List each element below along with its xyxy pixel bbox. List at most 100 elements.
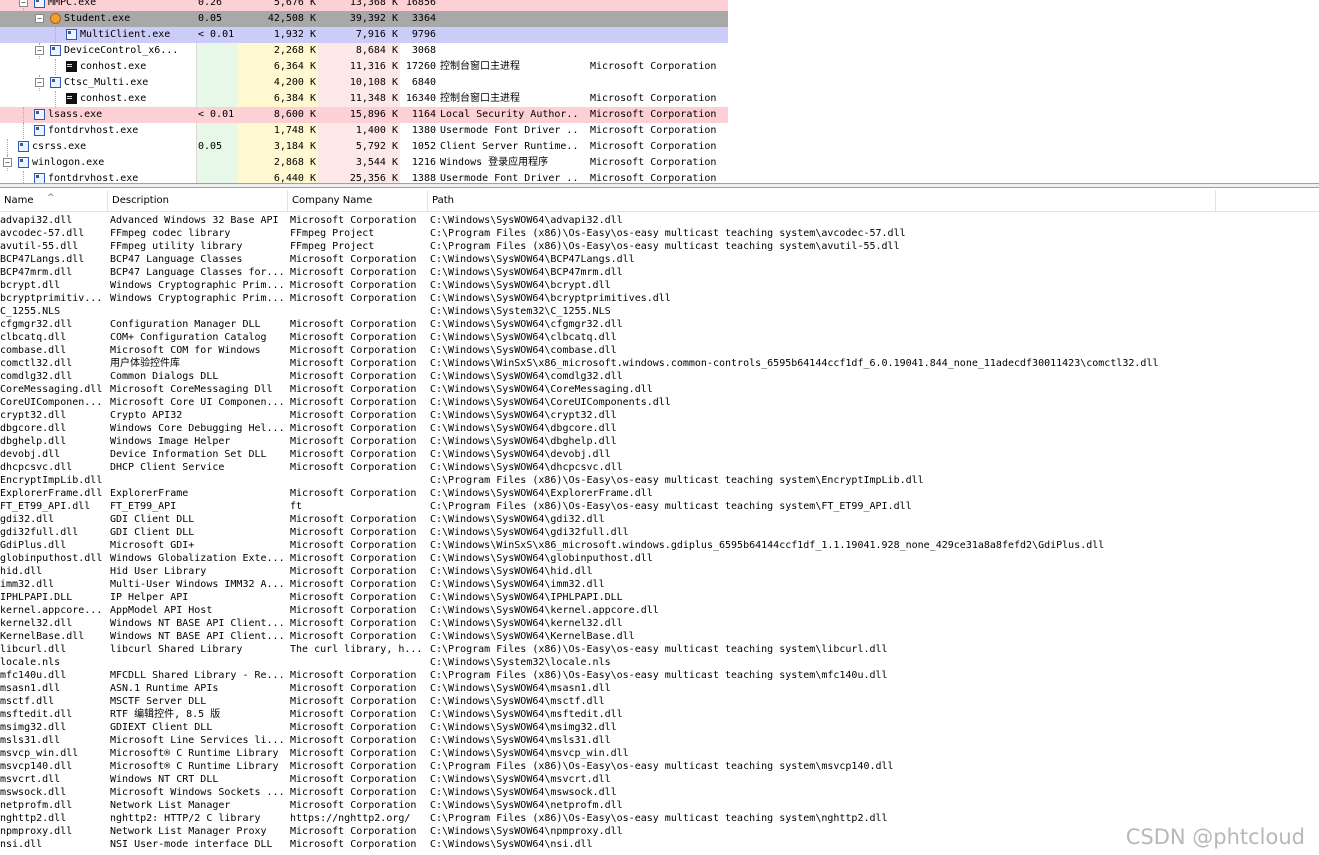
dll-row[interactable]: bcryptprimitiv... Windows Cryptographic P… <box>0 292 1319 305</box>
working-set-value: 15,896 K <box>349 109 398 120</box>
dll-row[interactable]: comdlg32.dll Common Dialogs DLL Microsoft … <box>0 370 1319 383</box>
collapse-toggle-icon[interactable]: − <box>35 78 44 87</box>
cpu-value <box>198 91 236 107</box>
dll-row[interactable]: devobj.dll Device Information Set DLL Micr… <box>0 448 1319 461</box>
dll-row[interactable]: comctl32.dll 用户体验控件库 Microsoft Corporation… <box>0 357 1319 370</box>
working-set-value: 7,916 K <box>355 29 398 40</box>
dll-row[interactable]: avcodec-57.dll FFmpeg codec library FFmpeg… <box>0 227 1319 240</box>
dll-path: C:\Windows\SysWOW64\CoreUIComponents.dll <box>430 397 671 408</box>
dll-row[interactable]: hid.dll Hid User Library Microsoft Corpora… <box>0 565 1319 578</box>
cpu-value <box>198 171 236 183</box>
dll-description: GDIEXT Client DLL <box>110 722 213 733</box>
collapse-toggle-icon[interactable]: − <box>3 158 12 167</box>
dll-row[interactable]: msvcp_win.dll Microsoft® C Runtime Librar… <box>0 747 1319 760</box>
dll-row[interactable]: combase.dll Microsoft COM for Windows Micr… <box>0 344 1319 357</box>
dll-row[interactable]: npmproxy.dll Network List Manager Proxy Mi… <box>0 825 1319 838</box>
dll-row[interactable]: nghttp2.dll nghttp2: HTTP/2 C library http… <box>0 812 1319 825</box>
dll-path: C:\Windows\SysWOW64\CoreMessaging.dll <box>430 384 653 395</box>
process-name: fontdrvhost.exe <box>48 173 139 183</box>
dll-company: Microsoft Corporation <box>290 735 417 746</box>
dll-row[interactable]: avutil-55.dll FFmpeg utility library FFmpe… <box>0 240 1319 253</box>
pane-splitter[interactable] <box>0 183 1319 188</box>
process-tree[interactable]: − MMPC.exe 0.26 5,676 K 13,368 K 16856− Studen… <box>0 0 1319 183</box>
dll-row[interactable]: libcurl.dll libcurl Shared Library The cur… <box>0 643 1319 656</box>
dll-row[interactable]: KernelBase.dll Windows NT BASE API Client… <box>0 630 1319 643</box>
column-header-description[interactable]: Description <box>108 190 288 211</box>
dll-row[interactable]: mfc140u.dll MFCDLL Shared Library - Re...… <box>0 669 1319 682</box>
dll-name: dbghelp.dll <box>0 436 67 447</box>
process-row[interactable]: fontdrvhost.exe 6,440 K 25,356 K 1388 Usermo… <box>0 171 728 183</box>
process-row[interactable]: lsass.exe < 0.01 8,600 K 15,896 K 1164 Local … <box>0 107 728 123</box>
dll-row[interactable]: C_1255.NLS C:\Windows\System32\C_1255.NLS <box>0 305 1319 318</box>
dll-row[interactable]: mswsock.dll Microsoft Windows Sockets ...… <box>0 786 1319 799</box>
dll-row[interactable]: crypt32.dll Crypto API32 Microsoft Corpora… <box>0 409 1319 422</box>
private-bytes-value: 3,184 K <box>273 141 316 152</box>
dll-row[interactable]: msls31.dll Microsoft Line Services li... M… <box>0 734 1319 747</box>
dll-row[interactable]: clbcatq.dll COM+ Configuration Catalog Mic… <box>0 331 1319 344</box>
dll-row[interactable]: nsi.dll NSI User-mode interface DLL Micros… <box>0 838 1319 851</box>
dll-row[interactable]: msasn1.dll ASN.1 Runtime APIs Microsoft Co… <box>0 682 1319 695</box>
column-header-name[interactable]: ^ Name <box>0 190 108 211</box>
process-row[interactable]: − Student.exe 0.05 42,508 K 39,392 K 3364 <box>0 11 728 27</box>
process-row[interactable]: − Ctsc_Multi.exe 4,200 K 10,108 K 6840 <box>0 75 728 91</box>
dll-row[interactable]: locale.nls C:\Windows\System32\locale.nls <box>0 656 1319 669</box>
dll-list[interactable]: advapi32.dll Advanced Windows 32 Base API… <box>0 214 1319 855</box>
dll-row[interactable]: gdi32full.dll GDI Client DLL Microsoft Cor… <box>0 526 1319 539</box>
dll-row[interactable]: msvcrt.dll Windows NT CRT DLL Microsoft Co… <box>0 773 1319 786</box>
dll-row[interactable]: netprofm.dll Network List Manager Microsof… <box>0 799 1319 812</box>
dll-row[interactable]: gdi32.dll GDI Client DLL Microsoft Corpora… <box>0 513 1319 526</box>
dll-row[interactable]: msctf.dll MSCTF Server DLL Microsoft Corpo… <box>0 695 1319 708</box>
window-app-icon <box>34 0 45 8</box>
process-row[interactable]: MultiClient.exe < 0.01 1,932 K 7,916 K 9796 <box>0 27 728 43</box>
dll-row[interactable]: CoreMessaging.dll Microsoft CoreMessaging… <box>0 383 1319 396</box>
dll-row[interactable]: cfgmgr32.dll Configuration Manager DLL Mic… <box>0 318 1319 331</box>
dll-row[interactable]: msftedit.dll RTF 编辑控件, 8.5 版 Microsoft Cor… <box>0 708 1319 721</box>
dll-name: bcrypt.dll <box>0 280 61 291</box>
dll-description: Network List Manager <box>110 800 231 811</box>
process-row[interactable]: csrss.exe 0.05 3,184 K 5,792 K 1052 Client Se… <box>0 139 728 155</box>
dll-row[interactable]: msvcp140.dll Microsoft® C Runtime Library… <box>0 760 1319 773</box>
process-description: Windows 登录应用程序 <box>440 157 549 168</box>
tree-line <box>23 171 25 183</box>
dll-row[interactable]: BCP47Langs.dll BCP47 Language Classes Micr… <box>0 253 1319 266</box>
dll-path: C:\Windows\WinSxS\x86_microsoft.windows.… <box>430 358 1159 369</box>
dll-row[interactable]: dbghelp.dll Windows Image Helper Microsoft… <box>0 435 1319 448</box>
dll-row[interactable]: imm32.dll Multi-User Windows IMM32 A... Mi… <box>0 578 1319 591</box>
dll-row[interactable]: kernel32.dll Windows NT BASE API Client..… <box>0 617 1319 630</box>
dll-row[interactable]: CoreUIComponen... Microsoft Core UI Compo… <box>0 396 1319 409</box>
dll-row[interactable]: bcrypt.dll Windows Cryptographic Prim... M… <box>0 279 1319 292</box>
dll-name: KernelBase.dll <box>0 631 85 642</box>
dll-path: C:\Windows\SysWOW64\hid.dll <box>430 566 593 577</box>
process-row[interactable]: − winlogon.exe 2,868 K 3,544 K 1216 Windows 登… <box>0 155 728 171</box>
dll-row[interactable]: globinputhost.dll Windows Globalization E… <box>0 552 1319 565</box>
dll-row[interactable]: EncryptImpLib.dll C:\Program Files (x86)\… <box>0 474 1319 487</box>
process-company: Microsoft Corporation <box>590 61 717 72</box>
dll-path: C:\Windows\SysWOW64\netprofm.dll <box>430 800 623 811</box>
dll-row[interactable]: dbgcore.dll Windows Core Debugging Hel...… <box>0 422 1319 435</box>
dll-row[interactable]: advapi32.dll Advanced Windows 32 Base API… <box>0 214 1319 227</box>
dll-row[interactable]: GdiPlus.dll Microsoft GDI+ Microsoft Corpo… <box>0 539 1319 552</box>
dll-company: Microsoft Corporation <box>290 345 417 356</box>
dll-description: Multi-User Windows IMM32 A... <box>110 579 285 590</box>
process-name: lsass.exe <box>48 109 103 120</box>
dll-row[interactable]: kernel.appcore... AppModel API Host Micros… <box>0 604 1319 617</box>
dll-row[interactable]: msimg32.dll GDIEXT Client DLL Microsoft Co… <box>0 721 1319 734</box>
column-header-company[interactable]: Company Name <box>288 190 428 211</box>
dll-row[interactable]: ExplorerFrame.dll ExplorerFrame Microsoft … <box>0 487 1319 500</box>
dll-name: avcodec-57.dll <box>0 228 85 239</box>
pid-value: 1380 <box>411 125 436 136</box>
collapse-toggle-icon[interactable]: − <box>19 0 28 7</box>
dll-row[interactable]: FT_ET99_API.dll FT_ET99_API ft C:\Program F… <box>0 500 1319 513</box>
collapse-toggle-icon[interactable]: − <box>35 14 44 23</box>
process-row[interactable]: − DeviceControl_x6... 2,268 K 8,684 K 3068 <box>0 43 728 59</box>
process-row[interactable]: conhost.exe 6,364 K 11,316 K 17260 控制台窗口主进程 M… <box>0 59 728 75</box>
dll-row[interactable]: BCP47mrm.dll BCP47 Language Classes for..… <box>0 266 1319 279</box>
dll-row[interactable]: dhcpcsvc.dll DHCP Client Service Microsoft… <box>0 461 1319 474</box>
column-header-path[interactable]: Path <box>428 190 1216 211</box>
process-row[interactable]: conhost.exe 6,384 K 11,348 K 16340 控制台窗口主进程 M… <box>0 91 728 107</box>
dll-company: Microsoft Corporation <box>290 618 417 629</box>
dll-row[interactable]: IPHLPAPI.DLL IP Helper API Microsoft Corpo… <box>0 591 1319 604</box>
collapse-toggle-icon[interactable]: − <box>35 46 44 55</box>
process-row[interactable]: fontdrvhost.exe 1,748 K 1,400 K 1380 Usermod… <box>0 123 728 139</box>
process-row[interactable]: − MMPC.exe 0.26 5,676 K 13,368 K 16856 <box>0 0 728 11</box>
